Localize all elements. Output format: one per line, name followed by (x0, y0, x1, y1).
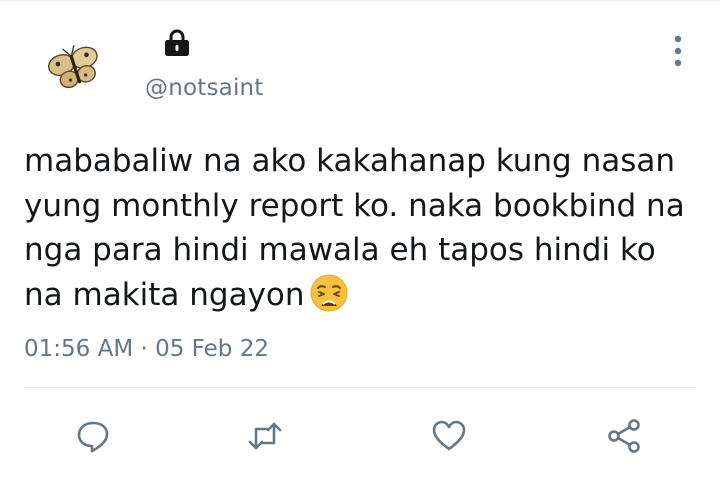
weary-face-emoji (310, 274, 348, 311)
user-handle[interactable]: @notsaint (145, 75, 264, 101)
lock-icon (165, 29, 189, 56)
reply-icon (77, 421, 109, 453)
tweet-text: mababaliw na ako kakahanap kung nasan yu… (24, 139, 704, 317)
retweet-button[interactable] (244, 415, 286, 457)
tweet-timestamp[interactable]: 01:56 AM · 05 Feb 22 (24, 336, 269, 362)
retweet-icon (248, 422, 282, 450)
more-vertical-icon[interactable] (666, 34, 690, 68)
timestamp-separator: · (133, 336, 156, 362)
tweet-time: 01:56 AM (24, 336, 134, 362)
reply-button[interactable] (72, 415, 114, 457)
like-button[interactable] (428, 415, 470, 457)
share-button[interactable] (603, 415, 645, 457)
top-divider (0, 0, 720, 1)
share-icon (608, 419, 640, 453)
heart-icon (432, 420, 466, 451)
action-divider (24, 387, 696, 388)
tweet-body: mababaliw na ako kakahanap kung nasan yu… (24, 143, 685, 313)
tweet-date: 05 Feb 22 (155, 336, 269, 362)
avatar[interactable] (44, 40, 106, 96)
